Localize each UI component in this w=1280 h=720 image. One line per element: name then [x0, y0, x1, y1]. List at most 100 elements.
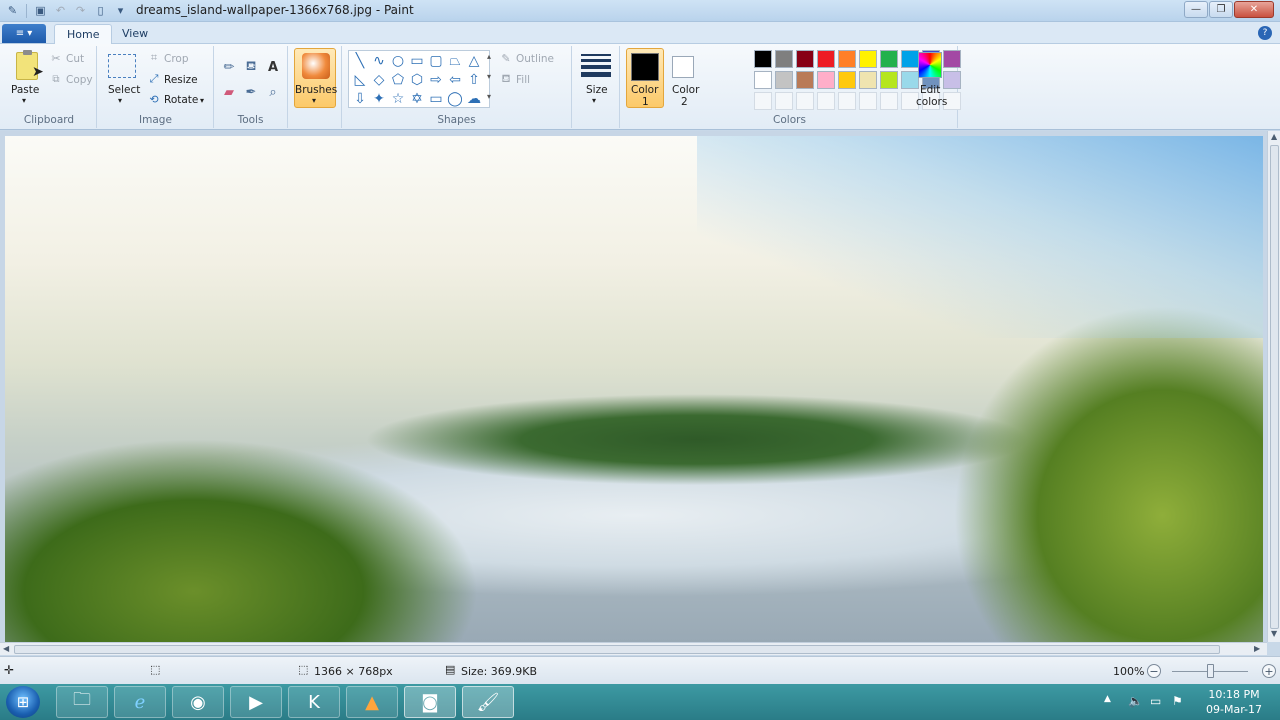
palette-swatch[interactable] — [775, 92, 793, 110]
scroll-up-arrow-icon[interactable]: ▲ — [1271, 132, 1277, 141]
paste-button[interactable]: Paste — [11, 84, 39, 96]
cloud-callout-shape-icon[interactable]: ☁ — [465, 90, 483, 108]
size-button[interactable]: Size — [586, 84, 608, 96]
edit-colors-icon[interactable] — [918, 52, 942, 78]
palette-swatch[interactable] — [838, 50, 856, 68]
up-arrow-shape-icon[interactable]: ⇧ — [465, 71, 483, 89]
five-point-star-shape-icon[interactable]: ☆ — [389, 90, 407, 108]
text-icon[interactable]: A — [264, 58, 282, 76]
horizontal-scroll-thumb[interactable] — [14, 645, 1220, 654]
recorder-taskbar-icon[interactable]: ◙ — [404, 686, 456, 718]
triangle-shape-icon[interactable]: △ — [465, 52, 483, 70]
media-player-taskbar-icon[interactable]: ▶ — [230, 686, 282, 718]
copy-button[interactable]: Copy — [66, 74, 93, 86]
six-point-star-shape-icon[interactable]: ✡ — [408, 90, 426, 108]
palette-swatch[interactable] — [754, 71, 772, 89]
palette-swatch[interactable] — [838, 92, 856, 110]
customize-qat-icon[interactable]: ▾ — [112, 2, 129, 19]
pencil-icon[interactable]: ✏ — [220, 58, 238, 76]
palette-swatch[interactable] — [838, 71, 856, 89]
palette-swatch[interactable] — [859, 50, 877, 68]
shapes-scroll-down-icon[interactable]: ▾ — [487, 72, 491, 81]
explorer-taskbar-icon[interactable]: 🗀 — [56, 686, 108, 718]
palette-swatch[interactable] — [901, 50, 919, 68]
four-point-star-shape-icon[interactable]: ✦ — [370, 90, 388, 108]
palette-swatch[interactable] — [880, 92, 898, 110]
paint-app-icon[interactable]: ✎ — [4, 2, 21, 19]
zoom-out-button[interactable]: − — [1147, 664, 1161, 678]
rounded-rectangle-shape-icon[interactable]: ▢ — [427, 52, 445, 70]
palette-swatch[interactable] — [943, 50, 961, 68]
scroll-right-arrow-icon[interactable]: ▶ — [1254, 644, 1260, 653]
palette-swatch[interactable] — [859, 71, 877, 89]
palette-swatch[interactable] — [880, 71, 898, 89]
vlc-taskbar-icon[interactable]: ▲ — [346, 686, 398, 718]
fill-button[interactable]: Fill — [516, 74, 530, 86]
palette-swatch[interactable] — [754, 50, 772, 68]
palette-swatch[interactable] — [754, 92, 772, 110]
oval-callout-shape-icon[interactable]: ◯ — [446, 90, 464, 108]
palette-swatch[interactable] — [943, 71, 961, 89]
palette-swatch[interactable] — [901, 71, 919, 89]
polygon-shape-icon[interactable]: ⏢ — [446, 52, 464, 70]
scroll-down-arrow-icon[interactable]: ▼ — [1271, 629, 1277, 638]
diamond-shape-icon[interactable]: ◇ — [370, 71, 388, 89]
shapes-expand-icon[interactable]: ▾ — [487, 92, 491, 101]
select-button[interactable]: Select — [108, 84, 140, 96]
resize-button[interactable]: Resize — [164, 74, 198, 86]
palette-swatch[interactable] — [775, 71, 793, 89]
rotate-dropdown-icon[interactable]: ▾ — [200, 96, 204, 105]
close-button[interactable]: ✕ — [1234, 1, 1274, 18]
vertical-scroll-thumb[interactable] — [1270, 145, 1279, 629]
color-picker-icon[interactable]: ✒ — [242, 83, 260, 101]
redo-icon[interactable]: ↷ — [72, 2, 89, 19]
palette-swatch[interactable] — [796, 92, 814, 110]
magnifier-icon[interactable]: ⌕ — [264, 83, 282, 101]
volume-icon[interactable]: 🔈 — [1128, 694, 1143, 708]
palette-swatch[interactable] — [817, 71, 835, 89]
outline-button[interactable]: Outline — [516, 53, 554, 65]
size-dropdown-icon[interactable]: ▾ — [592, 96, 596, 105]
tab-home[interactable]: Home — [54, 24, 113, 44]
right-arrow-shape-icon[interactable]: ⇨ — [427, 71, 445, 89]
shapes-scroll-up-icon[interactable]: ▴ — [487, 52, 491, 61]
pentagon-shape-icon[interactable]: ⬠ — [389, 71, 407, 89]
right-triangle-shape-icon[interactable]: ◺ — [351, 71, 369, 89]
left-arrow-shape-icon[interactable]: ⇦ — [446, 71, 464, 89]
system-clock[interactable]: 10:18 PM 09-Mar-17 — [1206, 687, 1262, 717]
undo-icon[interactable]: ↶ — [52, 2, 69, 19]
palette-swatch[interactable] — [817, 92, 835, 110]
rotate-button[interactable]: Rotate — [164, 94, 198, 106]
paint-menu-button[interactable]: ≡ ▾ — [2, 24, 46, 43]
internet-explorer-taskbar-icon[interactable]: ℯ — [114, 686, 166, 718]
chrome-taskbar-icon[interactable]: ◉ — [172, 686, 224, 718]
tab-view[interactable]: View — [110, 24, 160, 44]
minimize-button[interactable]: — — [1184, 1, 1208, 18]
rect-callout-shape-icon[interactable]: ▭ — [427, 90, 445, 108]
rectangle-shape-icon[interactable]: ▭ — [408, 52, 426, 70]
kmplayer-taskbar-icon[interactable]: K — [288, 686, 340, 718]
image-canvas[interactable] — [5, 136, 1263, 642]
crop-button[interactable]: Crop — [164, 53, 189, 65]
hexagon-shape-icon[interactable]: ⬡ — [408, 71, 426, 89]
curve-shape-icon[interactable]: ∿ — [370, 52, 388, 70]
paste-dropdown-icon[interactable]: ▾ — [22, 96, 26, 105]
eraser-icon[interactable]: ▰ — [220, 83, 238, 101]
fill-bucket-icon[interactable]: ⛾ — [242, 58, 260, 76]
zoom-in-button[interactable]: + — [1262, 664, 1276, 678]
palette-swatch[interactable] — [817, 50, 835, 68]
new-file-icon[interactable]: ▯ — [92, 2, 109, 19]
maximize-button[interactable]: ❐ — [1209, 1, 1233, 18]
palette-swatch[interactable] — [859, 92, 877, 110]
palette-swatch[interactable] — [880, 50, 898, 68]
brushes-dropdown-icon[interactable]: ▾ — [312, 96, 316, 105]
cut-button[interactable]: Cut — [66, 53, 84, 65]
palette-swatch[interactable] — [775, 50, 793, 68]
oval-shape-icon[interactable]: ○ — [389, 52, 407, 70]
paint-taskbar-icon[interactable]: 🖌 — [462, 686, 514, 718]
help-icon[interactable]: ? — [1258, 26, 1272, 40]
start-button[interactable]: ⊞ — [6, 686, 40, 718]
zoom-slider-thumb[interactable] — [1207, 664, 1214, 678]
down-arrow-shape-icon[interactable]: ⇩ — [351, 90, 369, 108]
color2-swatch[interactable] — [672, 56, 694, 78]
